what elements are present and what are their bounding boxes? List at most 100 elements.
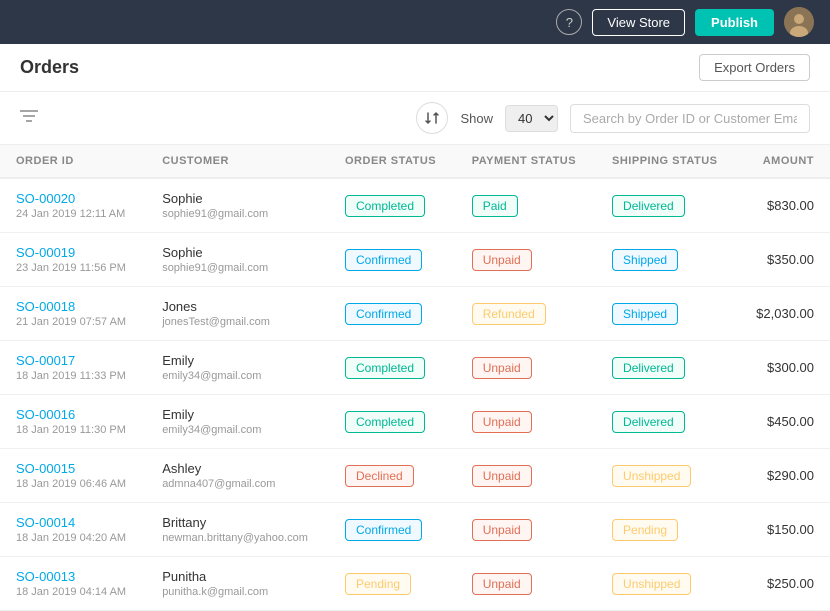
avatar[interactable]: [784, 7, 814, 37]
payment-status-badge: Unpaid: [472, 249, 532, 271]
payment-status-badge: Paid: [472, 195, 518, 217]
customer-name: Brittany: [162, 515, 313, 530]
order-status-badge: Declined: [345, 465, 414, 487]
table-row[interactable]: SO-00013 18 Jan 2019 04:14 AM Punitha pu…: [0, 557, 830, 611]
customer-cell: Ashley admna407@gmail.com: [146, 449, 329, 503]
order-id-link[interactable]: SO-00016: [16, 407, 130, 422]
table-row[interactable]: SO-00015 18 Jan 2019 06:46 AM Ashley adm…: [0, 449, 830, 503]
order-status-badge: Pending: [345, 573, 411, 595]
order-status-badge: Confirmed: [345, 249, 422, 271]
table-row[interactable]: SO-00017 18 Jan 2019 11:33 PM Emily emil…: [0, 341, 830, 395]
order-date: 21 Jan 2019 07:57 AM: [16, 316, 130, 328]
order-status-cell: Confirmed: [329, 233, 456, 287]
shipping-status-badge: Delivered: [612, 411, 685, 433]
order-date: 18 Jan 2019 04:20 AM: [16, 532, 130, 544]
table-row[interactable]: SO-00019 23 Jan 2019 11:56 PM Sophie sop…: [0, 233, 830, 287]
table-row[interactable]: SO-00018 21 Jan 2019 07:57 AM Jones jone…: [0, 287, 830, 341]
order-status-cell: Completed: [329, 178, 456, 233]
payment-status-cell: Unpaid: [456, 449, 596, 503]
subheader: Orders Export Orders: [0, 44, 830, 92]
payment-status-badge: Unpaid: [472, 519, 532, 541]
payment-status-cell: Unpaid: [456, 341, 596, 395]
help-icon[interactable]: ?: [556, 9, 582, 35]
export-orders-button[interactable]: Export Orders: [699, 54, 810, 81]
order-status-badge: Confirmed: [345, 519, 422, 541]
amount-cell: $290.00: [738, 449, 830, 503]
shipping-status-cell: Delivered: [596, 178, 737, 233]
toolbar: Show 40 10 20 80: [0, 92, 830, 145]
order-id-cell: SO-00018 21 Jan 2019 07:57 AM: [0, 287, 146, 341]
sort-button[interactable]: [416, 102, 448, 134]
shipping-status-badge: Unshipped: [612, 465, 691, 487]
order-id-link[interactable]: SO-00014: [16, 515, 130, 530]
order-status-cell: Completed: [329, 341, 456, 395]
amount-cell: $300.00: [738, 341, 830, 395]
amount-cell: $250.00: [738, 557, 830, 611]
shipping-status-cell: Pending: [596, 503, 737, 557]
customer-cell: Emily emily34@gmail.com: [146, 341, 329, 395]
order-status-badge: Completed: [345, 195, 425, 217]
shipping-status-cell: Shipped: [596, 233, 737, 287]
payment-status-cell: Unpaid: [456, 557, 596, 611]
payment-status-cell: Paid: [456, 178, 596, 233]
filter-icon[interactable]: [20, 109, 38, 128]
publish-button[interactable]: Publish: [695, 9, 774, 36]
table-row[interactable]: SO-00016 18 Jan 2019 11:30 PM Emily emil…: [0, 395, 830, 449]
view-store-button[interactable]: View Store: [592, 9, 685, 36]
amount-cell: $350.00: [738, 233, 830, 287]
amount-cell: $830.00: [738, 178, 830, 233]
amount-cell: $450.00: [738, 395, 830, 449]
order-id-link[interactable]: SO-00017: [16, 353, 130, 368]
order-status-badge: Confirmed: [345, 303, 422, 325]
table-row[interactable]: SO-00020 24 Jan 2019 12:11 AM Sophie sop…: [0, 178, 830, 233]
order-id-link[interactable]: SO-00013: [16, 569, 130, 584]
shipping-status-cell: Unshipped: [596, 449, 737, 503]
shipping-status-badge: Shipped: [612, 303, 678, 325]
order-id-link[interactable]: SO-00015: [16, 461, 130, 476]
customer-name: Jones: [162, 299, 313, 314]
customer-name: Ashley: [162, 461, 313, 476]
shipping-status-cell: Shipped: [596, 287, 737, 341]
shipping-status-badge: Pending: [612, 519, 678, 541]
customer-cell: Sophie sophie91@gmail.com: [146, 178, 329, 233]
customer-name: Emily: [162, 407, 313, 422]
show-label: Show: [460, 111, 493, 126]
order-date: 18 Jan 2019 11:30 PM: [16, 424, 130, 436]
shipping-status-badge: Delivered: [612, 195, 685, 217]
payment-status-cell: Refunded: [456, 287, 596, 341]
customer-email: admna407@gmail.com: [162, 478, 313, 490]
payment-status-badge: Refunded: [472, 303, 546, 325]
order-id-cell: SO-00014 18 Jan 2019 04:20 AM: [0, 503, 146, 557]
show-select[interactable]: 40 10 20 80: [505, 105, 558, 132]
col-order-id: ORDER ID: [0, 145, 146, 178]
order-id-link[interactable]: SO-00019: [16, 245, 130, 260]
payment-status-badge: Unpaid: [472, 573, 532, 595]
order-id-cell: SO-00020 24 Jan 2019 12:11 AM: [0, 178, 146, 233]
table-row[interactable]: SO-00014 18 Jan 2019 04:20 AM Brittany n…: [0, 503, 830, 557]
payment-status-cell: Unpaid: [456, 503, 596, 557]
col-shipping-status: SHIPPING STATUS: [596, 145, 737, 178]
shipping-status-badge: Shipped: [612, 249, 678, 271]
payment-status-cell: Unpaid: [456, 233, 596, 287]
order-date: 18 Jan 2019 04:14 AM: [16, 586, 130, 598]
shipping-status-badge: Delivered: [612, 357, 685, 379]
order-id-link[interactable]: SO-00018: [16, 299, 130, 314]
page-title: Orders: [20, 57, 79, 78]
order-id-cell: SO-00013 18 Jan 2019 04:14 AM: [0, 557, 146, 611]
order-status-cell: Pending: [329, 557, 456, 611]
customer-name: Sophie: [162, 191, 313, 206]
col-customer: CUSTOMER: [146, 145, 329, 178]
search-input[interactable]: [570, 104, 810, 133]
order-id-link[interactable]: SO-00020: [16, 191, 130, 206]
payment-status-badge: Unpaid: [472, 465, 532, 487]
order-date: 18 Jan 2019 11:33 PM: [16, 370, 130, 382]
order-id-cell: SO-00017 18 Jan 2019 11:33 PM: [0, 341, 146, 395]
order-status-cell: Completed: [329, 395, 456, 449]
order-date: 23 Jan 2019 11:56 PM: [16, 262, 130, 274]
customer-cell: Punitha punitha.k@gmail.com: [146, 557, 329, 611]
customer-email: newman.brittany@yahoo.com: [162, 532, 313, 544]
customer-cell: Jones jonesTest@gmail.com: [146, 287, 329, 341]
col-payment-status: PAYMENT STATUS: [456, 145, 596, 178]
table-header-row: ORDER ID CUSTOMER ORDER STATUS PAYMENT S…: [0, 145, 830, 178]
order-date: 24 Jan 2019 12:11 AM: [16, 208, 130, 220]
